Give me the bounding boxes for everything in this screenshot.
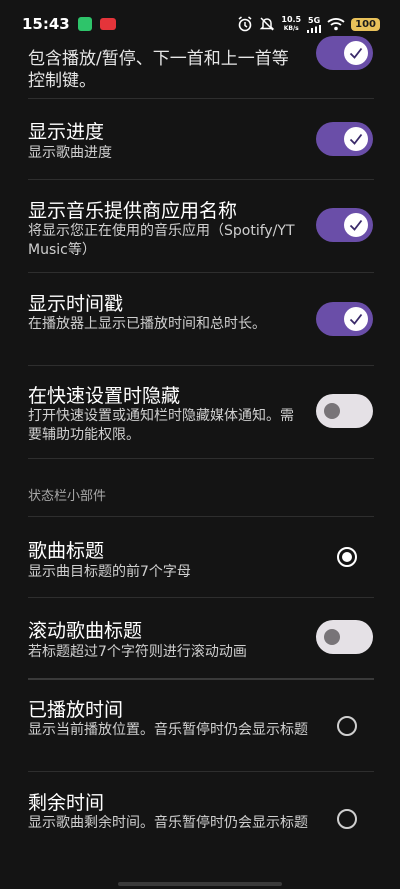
section-header-statusbar-widget: 状态栏小部件 [28, 489, 107, 504]
alarm-icon [238, 16, 252, 32]
notification-badge-icon [99, 18, 116, 30]
media-controls-switch[interactable] [316, 36, 373, 70]
setting-title: 已播放时间 [28, 699, 124, 721]
check-icon [349, 133, 363, 145]
network-speed-value: 10.5 [281, 15, 302, 24]
network-speed-unit: KB/s [283, 25, 299, 32]
setting-summary: 显示曲目标题的前7个字母 [28, 564, 191, 580]
wifi-icon [327, 18, 345, 31]
setting-title: 歌曲标题 [28, 540, 105, 562]
setting-summary: 打开快速设置或通知栏时隐藏媒体通知。需要辅助功能权限。 [28, 408, 294, 443]
signal-bars-icon [307, 24, 322, 33]
song-title-radio[interactable] [337, 547, 357, 567]
elapsed-time-radio[interactable] [337, 716, 357, 736]
switch-thumb [344, 307, 368, 331]
setting-title: 显示进度 [28, 121, 105, 143]
app-notification-icon [77, 17, 92, 31]
setting-summary: 显示歌曲剩余时间。音乐暂停时仍会显示标题 [28, 815, 308, 831]
network-type: 5G [308, 15, 321, 25]
show-progress-switch[interactable] [316, 122, 373, 156]
setting-show-timestamp[interactable]: 显示时间戳 在播放器上显示已播放时间和总时长。 [0, 273, 400, 365]
setting-title: 剩余时间 [28, 792, 105, 814]
status-time: 15:43 [22, 15, 70, 33]
setting-title: 显示音乐提供商应用名称 [28, 200, 238, 222]
setting-summary: 在播放器上显示已播放时间和总时长。 [28, 316, 266, 332]
remaining-time-radio[interactable] [337, 809, 357, 829]
setting-media-controls[interactable]: 包含播放/暂停、下一首和上一首等控制键。 [0, 36, 400, 98]
scroll-title-switch[interactable] [316, 620, 373, 654]
setting-remaining-time[interactable]: 剩余时间 显示歌曲剩余时间。音乐暂停时仍会显示标题 [0, 772, 400, 864]
setting-song-title[interactable]: 歌曲标题 显示曲目标题的前7个字母 [0, 517, 400, 597]
check-icon [349, 47, 363, 59]
setting-show-progress[interactable]: 显示进度 显示歌曲进度 [0, 99, 400, 179]
check-icon [349, 219, 363, 231]
switch-thumb [344, 41, 368, 65]
show-provider-switch[interactable] [316, 208, 373, 242]
status-bar-left: 15:43 [22, 15, 116, 33]
setting-summary: 将显示您正在使用的音乐应用（Spotify/YT Music等） [28, 223, 295, 258]
status-bar-right: 10.5 KB/s 5G 100 [237, 15, 380, 33]
setting-summary: 显示当前播放位置。音乐暂停时仍会显示标题 [28, 722, 308, 738]
switch-thumb [344, 127, 368, 151]
divider [28, 458, 374, 459]
setting-summary: 若标题超过7个字符则进行滚动动画 [28, 644, 247, 660]
setting-scroll-title[interactable]: 滚动歌曲标题 若标题超过7个字符则进行滚动动画 [0, 598, 400, 678]
switch-thumb [324, 629, 340, 645]
setting-title: 显示时间戳 [28, 293, 124, 315]
setting-show-provider[interactable]: 显示音乐提供商应用名称 将显示您正在使用的音乐应用（Spotify/YT Mus… [0, 180, 400, 272]
show-timestamp-switch[interactable] [316, 302, 373, 336]
check-icon [349, 313, 363, 325]
cellular-signal: 5G [307, 15, 322, 33]
radio-dot [342, 552, 352, 562]
setting-elapsed-time[interactable]: 已播放时间 显示当前播放位置。音乐暂停时仍会显示标题 [0, 680, 400, 771]
network-speed: 10.5 KB/s [281, 15, 301, 33]
mute-bell-icon [260, 17, 275, 31]
home-indicator[interactable] [118, 882, 282, 886]
setting-hide-in-qs[interactable]: 在快速设置时隐藏 打开快速设置或通知栏时隐藏媒体通知。需要辅助功能权限。 [0, 366, 400, 458]
switch-thumb [344, 213, 368, 237]
setting-title: 滚动歌曲标题 [28, 620, 143, 642]
setting-title: 在快速设置时隐藏 [28, 385, 181, 407]
setting-summary: 显示歌曲进度 [28, 145, 112, 161]
hide-in-qs-switch[interactable] [316, 394, 373, 428]
setting-summary: 包含播放/暂停、下一首和上一首等控制键。 [28, 49, 289, 91]
battery-icon: 100 [351, 17, 380, 31]
switch-thumb [324, 403, 340, 419]
